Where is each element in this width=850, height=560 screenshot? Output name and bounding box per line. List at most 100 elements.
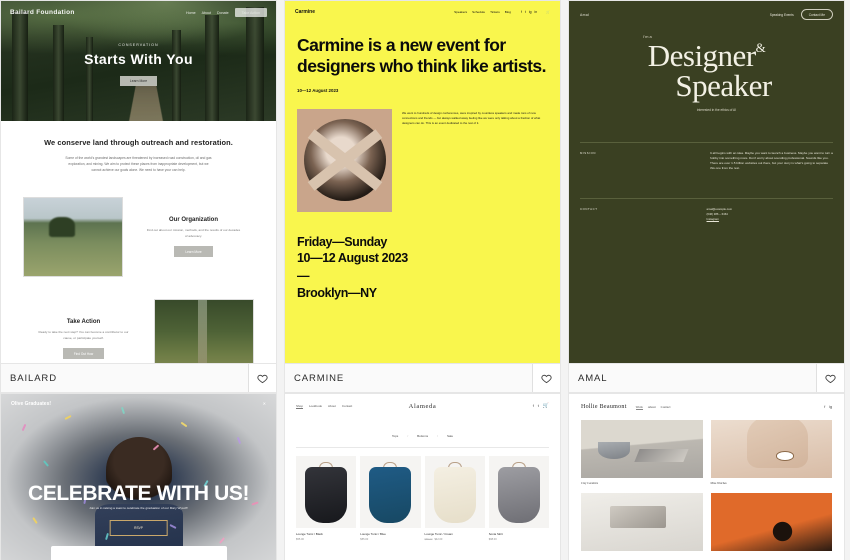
template-card-olive[interactable]: Olive Graduates! ✕ CELEBRATE WITH US! Jo… [0,393,277,560]
work-caption: Clay Ceramics [581,481,599,485]
product-card[interactable]: Lounge Tunic / Blue $55.00 [360,456,421,541]
product-price: $55.00 [296,538,304,541]
product-card[interactable]: Lounge Tunic / Cream $55.00 $42.00 [424,456,485,541]
work-item[interactable] [581,493,703,551]
bailard-hero-eyebrow: CONSERVATION [118,43,159,47]
desk-image [581,493,703,551]
bailard-nav-item-home[interactable]: Home [186,11,196,15]
template-card-hollie[interactable]: Hollie Beaumont Work About Contact f ig [568,393,845,560]
product-card[interactable]: Sonia Skirt $68.00 [488,456,549,541]
amal-section-label: MISSION [580,150,597,155]
heart-icon [257,374,268,383]
amal-logo[interactable]: Amal [580,13,589,17]
carmine-headline: Carmine is a new event for designers who… [297,35,547,77]
carmine-nav-item-speakers[interactable]: Speakers [454,10,467,14]
template-preview-bailard[interactable]: Bailard Foundation Home About Donate Tak… [0,0,277,364]
template-preview-olive[interactable]: Olive Graduates! ✕ CELEBRATE WITH US! Jo… [0,393,277,560]
template-preview-carmine[interactable]: Carmine Speakers Schedule Tickets Blog f… [284,0,561,364]
product-card[interactable]: Lounge Tunic / Black $55.00 [296,456,357,541]
amal-contact-link[interactable]: Instagram [707,217,719,221]
hollie-social: f ig [824,405,832,409]
template-preview-hollie[interactable]: Hollie Beaumont Work About Contact f ig [568,393,845,560]
product-price: $55.00 $42.00 [425,538,485,541]
amal-contact-label: CONTACT [580,206,598,211]
product-sale-price: $42.00 [434,538,443,541]
garment-graphic [497,467,540,523]
amal-nav: Speaking Events Contact Me [770,9,833,20]
olive-rsvp-button[interactable]: RSVP [109,520,168,536]
olive-subtitle: Join us in raising a toast to celebrate … [89,506,188,510]
carmine-nav-item-tickets[interactable]: Tickets [490,10,500,14]
product-image [360,456,421,528]
bailard-hero-button[interactable]: Learn More [119,76,158,86]
bailard-logo[interactable]: Bailard Foundation [10,9,75,16]
bailard-nav-item-donate[interactable]: Donate [217,11,229,15]
bailard-topnav: Bailard Foundation Home About Donate Tak… [10,8,267,17]
twitter-icon[interactable]: t [525,10,526,14]
work-item[interactable] [710,493,832,551]
template-name-amal: AMAL [578,372,608,384]
bailard-trail-image [154,299,254,363]
alameda-category-sale[interactable]: Sale [447,434,453,438]
template-preview-amal[interactable]: Amal Speaking Events Contact Me I'm a De… [568,0,845,364]
hollie-nav-item-work[interactable]: Work [635,405,643,410]
template-card-amal[interactable]: Amal Speaking Events Contact Me I'm a De… [568,0,845,393]
favorite-button-amal[interactable] [816,364,844,392]
work-item[interactable]: Clay Ceramics [581,420,703,485]
alameda-category-bottoms[interactable]: Bottoms [417,434,428,438]
instagram-icon[interactable]: ig [829,405,832,409]
carmine-nav: Speakers Schedule Tickets Blog f t ig in… [454,10,550,14]
bailard-block1-paragraph: Find out about our mission, methods, and… [146,228,241,238]
bailard-take-action-button[interactable]: Take Action [234,8,267,17]
template-card-bailard[interactable]: Bailard Foundation Home About Donate Tak… [0,0,277,393]
alameda-category-tops[interactable]: Tops [392,434,398,438]
cart-icon[interactable]: 🛒 [546,10,550,14]
template-card-carmine[interactable]: Carmine Speakers Schedule Tickets Blog f… [284,0,561,393]
carmine-nav-item-schedule[interactable]: Schedule [472,10,485,14]
hollie-brand[interactable]: Hollie Beaumont [581,404,627,410]
alameda-topnav: Shop Lookbook About Contact Alameda f t … [285,394,560,410]
instagram-icon[interactable]: ig [529,10,532,14]
hollie-nav-item-contact[interactable]: Contact [661,405,671,410]
amal-contact-button[interactable]: Contact Me [800,9,833,20]
carmine-footer-line1: Friday—Sunday [297,234,387,249]
bailard-nav-item-about[interactable]: About [202,11,211,15]
alameda-categories: Tops / Bottoms / Sale [285,434,560,438]
carmine-topnav: Carmine Speakers Schedule Tickets Blog f… [285,1,560,15]
amal-subtitle: interested in the ethics of AI [696,107,737,112]
template-preview-alameda[interactable]: Shop Lookbook About Contact Alameda f t … [284,393,561,560]
olive-headline: CELEBRATE WITH US! [27,482,250,505]
linkedin-icon[interactable]: in [535,10,538,14]
amal-topnav: Amal Speaking Events Contact Me [569,1,844,20]
bailard-body: We conserve land through outreach and re… [1,121,276,363]
alameda-page: Shop Lookbook About Contact Alameda f t … [285,394,560,560]
template-name-bailard: BAILARD [10,372,57,384]
bailard-block2-button[interactable]: Find Out How [62,348,105,360]
favorite-button-bailard[interactable] [248,364,276,392]
carmine-page: Carmine Speakers Schedule Tickets Blog f… [285,1,560,363]
favorite-button-carmine[interactable] [532,364,560,392]
hollie-nav-item-about[interactable]: About [648,405,656,410]
product-image [488,456,549,528]
bailard-block2-paragraph: Ready to take the next step? You can bec… [38,330,129,340]
carmine-paragraph: We went to hundreds of design conference… [402,110,541,126]
amal-contact-details: amal@example.com (646) 386 – 6464 Instag… [707,207,824,347]
bailard-block-text: Take Action Ready to take the next step?… [23,319,144,360]
work-item[interactable]: Mise Watches [710,420,832,485]
olive-logo[interactable]: Olive Graduates! [11,401,51,407]
product-image [296,456,357,528]
facebook-icon[interactable]: f [824,405,825,409]
facebook-icon[interactable]: f [521,10,522,14]
bailard-block1-button[interactable]: Learn More [174,246,213,258]
carmine-nav-item-blog[interactable]: Blog [505,10,511,14]
carmine-logo[interactable]: Carmine [295,9,315,15]
close-icon[interactable]: ✕ [263,401,266,407]
template-name-carmine: CARMINE [294,372,345,384]
olive-page: Olive Graduates! ✕ CELEBRATE WITH US! Jo… [1,394,276,560]
carmine-middle-section: We went to hundreds of design conference… [285,93,560,212]
template-card-alameda[interactable]: Shop Lookbook About Contact Alameda f t … [284,393,561,560]
amal-nav-item-speaking-events[interactable]: Speaking Events [770,13,794,17]
alameda-brand[interactable]: Alameda [285,403,560,410]
hollie-nav: Work About Contact [635,405,671,410]
product-price: $55.00 [360,538,369,541]
